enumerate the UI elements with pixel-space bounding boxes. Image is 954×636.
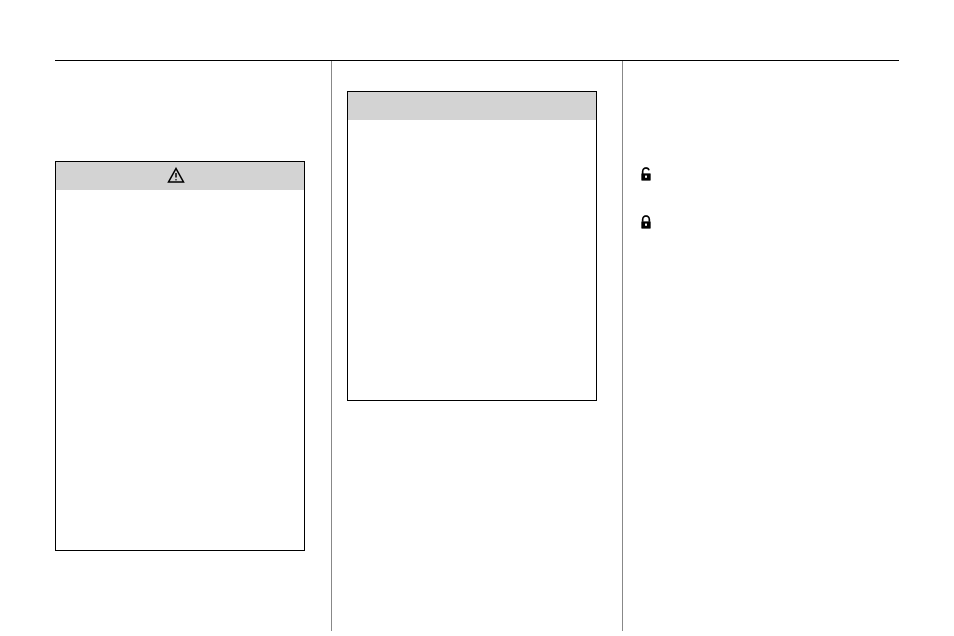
lock-icon bbox=[638, 214, 654, 230]
column-2 bbox=[331, 61, 623, 631]
notice-box bbox=[347, 91, 597, 401]
locks-container bbox=[638, 166, 899, 230]
column-1 bbox=[55, 61, 331, 631]
columns-layout bbox=[55, 61, 899, 631]
column-3 bbox=[622, 61, 899, 631]
notice-header bbox=[348, 92, 596, 120]
warning-body bbox=[56, 190, 304, 550]
warning-triangle-icon bbox=[167, 167, 185, 185]
notice-body bbox=[348, 120, 596, 400]
warning-header bbox=[56, 162, 304, 190]
lock-row bbox=[638, 214, 899, 230]
unlock-row bbox=[638, 166, 899, 182]
page-container bbox=[55, 60, 899, 631]
warning-box bbox=[55, 161, 305, 551]
unlock-icon bbox=[638, 166, 654, 182]
